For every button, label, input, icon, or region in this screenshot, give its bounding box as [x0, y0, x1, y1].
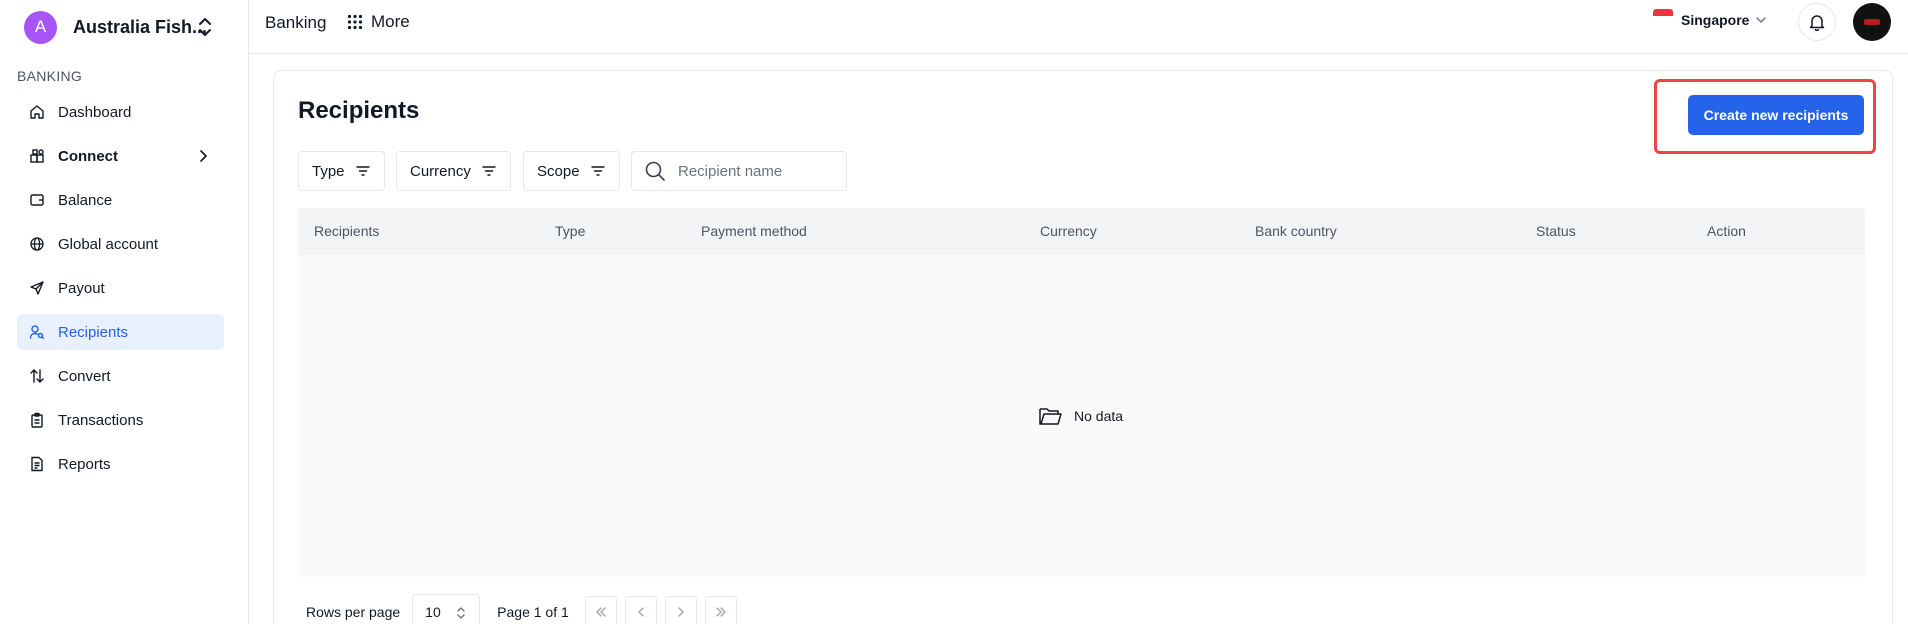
sidebar-item-label: Global account [58, 235, 159, 253]
page-info: Page 1 of 1 [497, 604, 569, 620]
chevron-down-icon [1756, 17, 1767, 23]
sidebar-item-label: Balance [58, 191, 113, 209]
scope-filter[interactable]: Scope [523, 151, 620, 191]
sidebar-item-transactions[interactable]: Transactions [17, 402, 224, 438]
last-page-button[interactable] [704, 596, 737, 624]
sidebar-item-reports[interactable]: Reports [17, 446, 224, 482]
page-title: Recipients [298, 97, 420, 124]
sidebar-item-dashboard[interactable]: Dashboard [17, 94, 224, 130]
filter-label: Scope [537, 162, 580, 180]
sidebar-item-label: Dashboard [58, 103, 132, 121]
sidebar-item-payout[interactable]: Payout [17, 270, 224, 306]
region-selector[interactable]: Singapore [1653, 9, 1767, 28]
send-icon [29, 280, 45, 296]
filter-icon [482, 166, 496, 176]
table-header: Recipients Type Payment method Currency … [298, 208, 1865, 255]
sidebar: A Australia Fish... BANKING Dashboard Co… [0, 0, 249, 624]
filter-label: Type [312, 162, 345, 180]
column-header: Status [1536, 223, 1576, 239]
column-header: Payment method [701, 223, 807, 239]
sidebar-item-label: Recipients [58, 323, 129, 341]
chevron-up-down-icon[interactable] [196, 17, 214, 37]
section-label: BANKING [17, 68, 83, 84]
filter-icon [590, 166, 605, 176]
rows-per-page-select[interactable]: 10 [412, 594, 481, 624]
top-bar: Banking More Singapore [249, 0, 1908, 54]
convert-icon [29, 368, 45, 384]
user-search-icon [29, 324, 45, 340]
column-header: Action [1707, 223, 1746, 239]
column-header: Type [555, 223, 586, 239]
filter-icon [355, 166, 370, 176]
chevrons-left-icon [596, 607, 606, 617]
connect-icon [29, 148, 45, 164]
sidebar-item-connect[interactable]: Connect [17, 138, 224, 174]
search-input[interactable] [678, 162, 828, 180]
filter-label: Currency [410, 162, 471, 180]
empty-text: No data [1074, 408, 1124, 424]
next-page-button[interactable] [664, 596, 697, 624]
sidebar-item-label: Transactions [58, 411, 144, 429]
create-recipient-button[interactable]: Create new recipients [1688, 95, 1864, 135]
column-header: Bank country [1255, 223, 1337, 239]
more-menu-button[interactable]: More [347, 12, 410, 32]
column-header: Currency [1040, 223, 1097, 239]
chevron-left-icon [638, 607, 644, 617]
previous-page-button[interactable] [624, 596, 657, 624]
type-filter[interactable]: Type [298, 151, 385, 191]
wallet-icon [29, 192, 45, 208]
sidebar-item-global-account[interactable]: Global account [17, 226, 224, 262]
chevron-right-icon [678, 607, 684, 617]
rows-per-page-value: 10 [425, 604, 441, 620]
column-header: Recipients [314, 223, 380, 239]
home-icon [29, 104, 45, 120]
sidebar-item-label: Convert [58, 367, 111, 385]
pagination: Rows per page 10 Page 1 of 1 [306, 594, 737, 624]
currency-filter[interactable]: Currency [396, 151, 511, 191]
table-body: No data [298, 255, 1865, 577]
empty-folder-icon [1039, 408, 1062, 425]
user-avatar[interactable] [1853, 3, 1891, 41]
chevron-right-icon [200, 150, 207, 162]
sidebar-item-recipients[interactable]: Recipients [17, 314, 224, 350]
file-icon [29, 456, 45, 472]
org-switcher[interactable]: A Australia Fish... [24, 10, 214, 44]
grid-icon [347, 14, 363, 30]
topbar-title[interactable]: Banking [265, 13, 326, 33]
sidebar-item-convert[interactable]: Convert [17, 358, 224, 394]
avatar-logo-icon [1864, 19, 1880, 25]
sidebar-item-balance[interactable]: Balance [17, 182, 224, 218]
notifications-button[interactable] [1798, 3, 1836, 41]
more-label: More [371, 12, 410, 31]
org-name: Australia Fish... [73, 16, 208, 37]
bell-icon [1809, 15, 1825, 31]
clipboard-icon [29, 412, 45, 428]
chevron-up-down-icon [457, 607, 465, 619]
sidebar-nav: Dashboard Connect Balance Global account… [17, 94, 224, 490]
recipient-search [631, 151, 847, 191]
org-avatar: A [24, 10, 57, 44]
chevrons-right-icon [716, 607, 726, 617]
sidebar-item-label: Reports [58, 455, 111, 473]
rows-per-page-label: Rows per page [306, 604, 401, 620]
region-label: Singapore [1681, 12, 1750, 28]
search-icon [645, 161, 665, 181]
empty-state: No data [1038, 405, 1123, 427]
singapore-flag-icon [1653, 9, 1673, 23]
globe-icon [29, 236, 45, 252]
sidebar-item-label: Payout [58, 279, 105, 297]
first-page-button[interactable] [584, 596, 617, 624]
sidebar-item-label: Connect [58, 147, 118, 165]
